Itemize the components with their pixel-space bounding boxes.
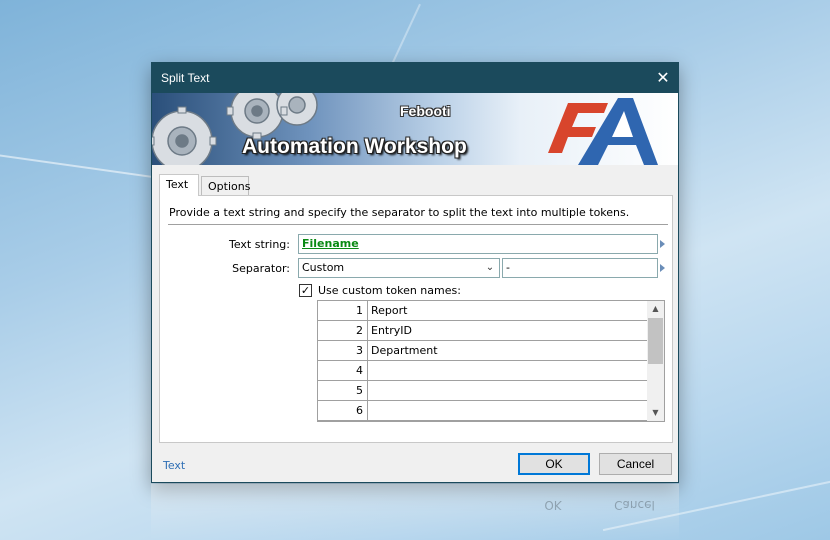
table-row[interactable]: 6 xyxy=(318,401,648,421)
tab-text[interactable]: Text xyxy=(159,174,199,196)
ok-reflection: OK xyxy=(544,498,562,512)
title-bar[interactable]: Split Text ✕ xyxy=(152,63,678,93)
separator-label: Separator: xyxy=(232,262,290,275)
brand-large-text: Automation Workshop xyxy=(242,135,467,158)
row-number: 1 xyxy=(318,301,368,321)
custom-separator-input[interactable]: - xyxy=(502,258,658,278)
insert-variable-arrow-icon[interactable] xyxy=(660,240,665,248)
row-number: 3 xyxy=(318,341,368,361)
table-row[interactable]: 1 Report xyxy=(318,301,648,321)
row-number: 2 xyxy=(318,321,368,341)
use-custom-names-checkbox[interactable]: ✓ xyxy=(299,284,312,297)
token-names-grid[interactable]: 1 Report 2 EntryID 3 Department 4 5 6 ▲ … xyxy=(317,300,665,422)
row-number: 5 xyxy=(318,381,368,401)
table-row[interactable]: 5 xyxy=(318,381,648,401)
table-row[interactable]: 3 Department xyxy=(318,341,648,361)
scroll-down-icon[interactable]: ▼ xyxy=(647,405,664,421)
insert-variable-arrow-icon[interactable] xyxy=(660,264,665,272)
grid-scrollbar[interactable]: ▲ ▼ xyxy=(647,301,664,421)
token-name-cell[interactable]: Report xyxy=(368,301,648,321)
cancel-button[interactable]: Cancel xyxy=(599,453,672,475)
scroll-thumb[interactable] xyxy=(648,318,663,364)
separator-combo[interactable]: Custom ⌄ xyxy=(298,258,500,278)
token-name-cell[interactable] xyxy=(368,361,648,381)
token-name-cell[interactable] xyxy=(368,381,648,401)
split-text-dialog: Split Text ✕ Febooti Automation Workshop… xyxy=(151,62,679,483)
close-icon[interactable]: ✕ xyxy=(648,63,678,93)
text-tab-panel: Provide a text string and specify the se… xyxy=(159,195,673,443)
brand-small-text: Febooti xyxy=(400,103,451,119)
help-link[interactable]: Text xyxy=(163,459,185,472)
token-name-cell[interactable]: EntryID xyxy=(368,321,648,341)
separator-value: Custom xyxy=(302,261,345,274)
chevron-down-icon[interactable]: ⌄ xyxy=(481,259,499,277)
ok-button[interactable]: OK xyxy=(518,453,590,475)
row-number: 4 xyxy=(318,361,368,381)
use-custom-names-label[interactable]: Use custom token names: xyxy=(318,284,461,297)
tab-options[interactable]: Options xyxy=(201,176,250,195)
description-text: Provide a text string and specify the se… xyxy=(169,206,630,219)
dialog-reflection: OK Cancel xyxy=(151,484,679,540)
cancel-reflection: Cancel xyxy=(614,498,655,512)
table-row[interactable]: 4 xyxy=(318,361,648,381)
divider xyxy=(168,224,668,225)
banner: Febooti Automation Workshop xyxy=(152,93,678,165)
token-name-cell[interactable]: Department xyxy=(368,341,648,361)
window-title: Split Text xyxy=(161,71,210,85)
table-row[interactable]: 2 EntryID xyxy=(318,321,648,341)
row-number: 6 xyxy=(318,401,368,421)
text-string-label: Text string: xyxy=(228,238,290,251)
fa-logo xyxy=(548,98,658,165)
scroll-up-icon[interactable]: ▲ xyxy=(647,301,664,317)
token-name-cell[interactable] xyxy=(368,401,648,421)
text-string-input[interactable]: Filename xyxy=(298,234,658,254)
